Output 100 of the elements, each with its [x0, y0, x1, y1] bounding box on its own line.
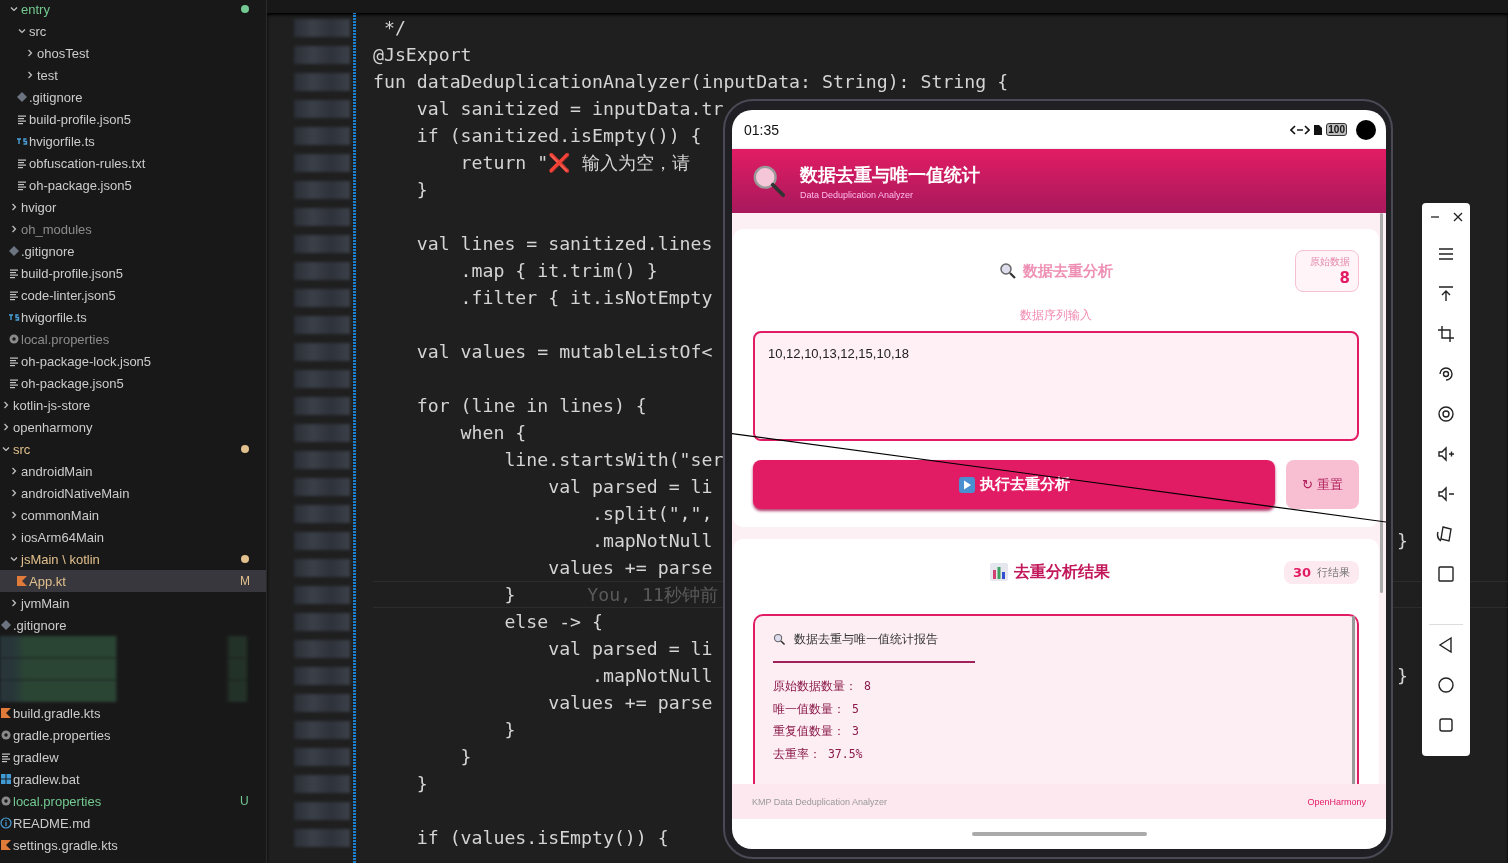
sim-card-icon [1314, 124, 1323, 135]
code-line: @JsExport [373, 44, 472, 65]
tree-item[interactable]: build-profile.json5 [0, 262, 266, 284]
tree-item[interactable]: .gitignore [0, 240, 266, 262]
analyze-button[interactable]: 执行去重分析 [753, 460, 1275, 509]
code-line: val parsed = li [547, 476, 713, 497]
tree-item[interactable]: ohosTest [0, 42, 266, 64]
tree-item[interactable]: jvmMain [0, 592, 266, 614]
line-number [294, 612, 350, 631]
screenshot-icon[interactable] [1436, 404, 1456, 424]
file-name: build-profile.json5 [21, 265, 123, 281]
reset-button[interactable]: ↻ 重置 [1286, 460, 1359, 509]
tree-item[interactable]: settings.gradle.kts [0, 834, 266, 856]
tree-item[interactable]: androidNativeMain [0, 482, 266, 504]
tree-item[interactable]: .gitignore [0, 86, 266, 108]
line-number [294, 666, 350, 685]
tree-item[interactable]: oh_modules [0, 218, 266, 240]
tree-item[interactable]: jsMain \ kotlin [0, 548, 266, 570]
code-line: line.startsWith("ser [503, 449, 724, 470]
tree-item[interactable]: App.kt M [0, 570, 266, 592]
line-number [294, 531, 350, 550]
tree-item[interactable]: local.properties [0, 328, 266, 350]
volume-up-icon[interactable] [1436, 444, 1456, 464]
rotate-icon[interactable] [1436, 364, 1456, 384]
info-icon [0, 817, 12, 829]
report-line: 重复值数量： 3 [773, 723, 860, 740]
lines-icon [16, 157, 28, 169]
code-line: val values = mutableListOf< [415, 341, 713, 362]
file-name: gradle.properties [13, 727, 111, 743]
field-label: 数据序列输入 [1019, 307, 1093, 324]
tree-item[interactable]: kotlin-js-store [0, 394, 266, 416]
file-name: local.properties [13, 793, 102, 809]
tree-item[interactable]: oh-package.json5 [0, 174, 266, 196]
tree-item[interactable]: hvigor [0, 196, 266, 218]
line-number [294, 261, 350, 280]
file-name: App.kt [29, 573, 66, 589]
file-name: jvmMain [21, 595, 70, 611]
tree-item[interactable]: commonMain [0, 504, 266, 526]
ts-icon [16, 135, 28, 147]
stat-label: 原始数据 [1310, 255, 1350, 269]
arrow-up-icon[interactable] [1436, 284, 1456, 304]
volume-down-icon[interactable] [1436, 484, 1456, 504]
tree-item[interactable]: build.gradle.kts [0, 702, 266, 724]
tree-item[interactable]: .gitignore [0, 614, 266, 636]
input-field[interactable]: 10,12,10,13,12,15,10,18 [753, 331, 1359, 441]
line-number [294, 207, 350, 226]
file-name: oh-package.json5 [21, 375, 124, 391]
report-title: 数据去重与唯一值统计报告 [794, 632, 938, 647]
file-name: openharmony [13, 419, 93, 435]
tree-item[interactable]: oh-package.json5 [0, 372, 266, 394]
tree-item[interactable]: test [0, 64, 266, 86]
tree-item[interactable]: hvigorfile.ts [0, 306, 266, 328]
code-line: .map { it.trim() } [459, 260, 658, 281]
ts-icon [8, 311, 20, 323]
file-name: .gitignore [13, 617, 67, 633]
file-name: hvigorfile.ts [21, 309, 87, 325]
tree-item[interactable]: iosArm64Main [0, 526, 266, 548]
recents-icon[interactable] [1436, 715, 1456, 735]
stat-value: 8 [1339, 269, 1350, 287]
magnifier-icon [773, 633, 786, 646]
git-diamond-icon [16, 91, 28, 103]
file-name: src [29, 23, 47, 39]
code-line: } [415, 773, 428, 794]
tree-item[interactable]: openharmony [0, 416, 266, 438]
code-line: values += parse [547, 692, 713, 713]
file-name: obfuscation-rules.txt [29, 155, 146, 171]
tree-item[interactable]: gradle.properties [0, 724, 266, 746]
tree-item[interactable]: androidMain [0, 460, 266, 482]
git-diamond-icon [0, 619, 12, 631]
file-name: test [37, 67, 58, 83]
tree-item[interactable]: src [0, 20, 266, 42]
crop-icon[interactable] [1436, 324, 1456, 344]
kotlin-icon [16, 575, 28, 587]
tree-item[interactable]: oh-package-lock.json5 [0, 350, 266, 372]
tree-item[interactable]: obfuscation-rules.txt [0, 152, 266, 174]
tree-item[interactable]: entry [0, 0, 266, 20]
code-line: for (line in lines) { [415, 395, 647, 416]
report-line: 去重率： 37.5% [773, 745, 864, 763]
tree-item[interactable]: gradlew [0, 746, 266, 768]
file-name: src [13, 441, 31, 457]
footer-link[interactable]: OpenHarmony [1307, 796, 1366, 807]
git-diamond-icon [8, 245, 20, 257]
square-icon[interactable] [1436, 564, 1456, 584]
tree-item[interactable]: gradlew.bat [0, 768, 266, 790]
app-subtitle: Data Deduplication Analyzer [800, 189, 915, 200]
lines-icon [16, 113, 28, 125]
tree-item[interactable]: hvigorfile.ts [0, 130, 266, 152]
line-number [294, 369, 350, 388]
card-title: 去重分析结果 [1014, 561, 1111, 583]
file-name: build.gradle.kts [13, 705, 101, 721]
tree-item[interactable]: build-profile.json5 [0, 108, 266, 130]
code-line: .split(",", [591, 503, 713, 524]
code-brackets-icon [1290, 123, 1311, 136]
tree-item[interactable]: src [0, 438, 266, 460]
home-icon[interactable] [1436, 675, 1456, 695]
file-name: ohosTest [37, 45, 90, 61]
tree-item[interactable]: code-linter.json5 [0, 284, 266, 306]
tree-item[interactable]: README.md [0, 812, 266, 834]
line-number [294, 342, 350, 361]
tree-item[interactable]: local.properties U [0, 790, 266, 812]
